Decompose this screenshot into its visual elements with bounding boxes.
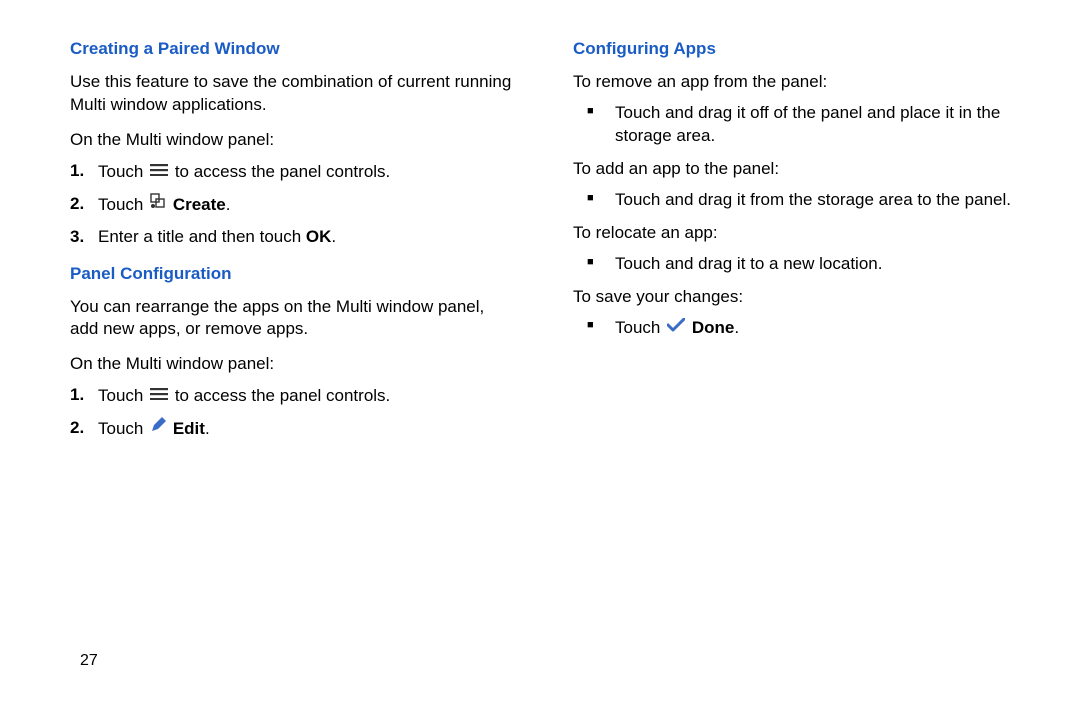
step-text: Touch Edit. <box>98 419 210 438</box>
block-add: To add an app to the panel: Touch and dr… <box>573 158 1020 212</box>
bullet-item: Touch and drag it from the storage area … <box>615 189 1020 212</box>
step-bold: OK <box>306 227 332 246</box>
bullet-text: Touch and drag it off of the panel and p… <box>615 103 1000 145</box>
step-marker: 1. <box>70 384 84 407</box>
lead-line: On the Multi window panel: <box>70 129 517 152</box>
lead-line: On the Multi window panel: <box>70 353 517 376</box>
step-prefix: Touch <box>98 195 148 214</box>
create-icon <box>150 193 166 216</box>
block-relocate: To relocate an app: Touch and drag it to… <box>573 222 1020 276</box>
bullet-item: Touch and drag it to a new location. <box>615 253 1020 276</box>
heading-configuring-apps: Configuring Apps <box>573 38 1020 61</box>
step-text: Touch to access the panel controls. <box>98 386 390 405</box>
step-prefix: Touch <box>98 386 148 405</box>
lead-line: To remove an app from the panel: <box>573 71 1020 94</box>
step-prefix: Touch <box>98 419 148 438</box>
bullet-text: Touch and drag it to a new location. <box>615 254 882 273</box>
bullet-bold: Done <box>692 318 735 337</box>
step-1: 1. Touch to access the panel controls. <box>98 384 517 409</box>
heading-panel-configuration: Panel Configuration <box>70 263 517 286</box>
step-1: 1. Touch to access the panel controls. <box>98 160 517 185</box>
step-after: . <box>226 195 231 214</box>
step-2: 2. Touch Create. <box>98 193 517 218</box>
step-bold: Edit <box>173 419 205 438</box>
step-marker: 2. <box>70 193 84 216</box>
bullet-item: Touch and drag it off of the panel and p… <box>615 102 1020 148</box>
bullet-text: Touch and drag it from the storage area … <box>615 190 1011 209</box>
step-after: . <box>205 419 210 438</box>
step-text: Touch Create. <box>98 195 230 214</box>
section-configuring-apps: Configuring Apps To remove an app from t… <box>573 38 1020 341</box>
bullet-prefix: Touch <box>615 318 665 337</box>
bullet-list: Touch and drag it off of the panel and p… <box>615 102 1020 148</box>
step-3: 3. Enter a title and then touch OK. <box>98 226 517 249</box>
step-prefix: Enter a title and then touch <box>98 227 306 246</box>
page-columns: Creating a Paired Window Use this featur… <box>70 38 1020 456</box>
step-after: . <box>331 227 336 246</box>
step-marker: 3. <box>70 226 84 249</box>
page-number: 27 <box>80 650 98 672</box>
bullet-after: . <box>734 318 739 337</box>
left-column: Creating a Paired Window Use this featur… <box>70 38 517 456</box>
bullet-list: Touch Done. <box>615 316 1020 341</box>
bullet-list: Touch and drag it to a new location. <box>615 253 1020 276</box>
intro-para: You can rearrange the apps on the Multi … <box>70 296 517 342</box>
step-marker: 1. <box>70 160 84 183</box>
menu-icon <box>150 160 168 183</box>
block-remove: To remove an app from the panel: Touch a… <box>573 71 1020 148</box>
done-icon <box>667 316 685 339</box>
lead-line: To add an app to the panel: <box>573 158 1020 181</box>
step-suffix: to access the panel controls. <box>170 162 390 181</box>
step-suffix: to access the panel controls. <box>170 386 390 405</box>
section-panel-configuration: Panel Configuration You can rearrange th… <box>70 263 517 443</box>
lead-line: To relocate an app: <box>573 222 1020 245</box>
step-bold: Create <box>173 195 226 214</box>
step-2: 2. Touch Edit. <box>98 417 517 442</box>
steps-list: 1. Touch to access the panel controls. 2… <box>98 160 517 249</box>
menu-icon <box>150 384 168 407</box>
bullet-item: Touch Done. <box>615 316 1020 341</box>
block-save: To save your changes: Touch Done. <box>573 286 1020 342</box>
step-text: Enter a title and then touch OK. <box>98 227 336 246</box>
step-prefix: Touch <box>98 162 148 181</box>
heading-creating-paired-window: Creating a Paired Window <box>70 38 517 61</box>
edit-icon <box>150 417 166 440</box>
section-creating-paired-window: Creating a Paired Window Use this featur… <box>70 38 517 249</box>
step-text: Touch to access the panel controls. <box>98 162 390 181</box>
lead-line: To save your changes: <box>573 286 1020 309</box>
bullet-list: Touch and drag it from the storage area … <box>615 189 1020 212</box>
right-column: Configuring Apps To remove an app from t… <box>573 38 1020 456</box>
intro-para: Use this feature to save the combination… <box>70 71 517 117</box>
steps-list: 1. Touch to access the panel controls. 2… <box>98 384 517 442</box>
step-marker: 2. <box>70 417 84 440</box>
